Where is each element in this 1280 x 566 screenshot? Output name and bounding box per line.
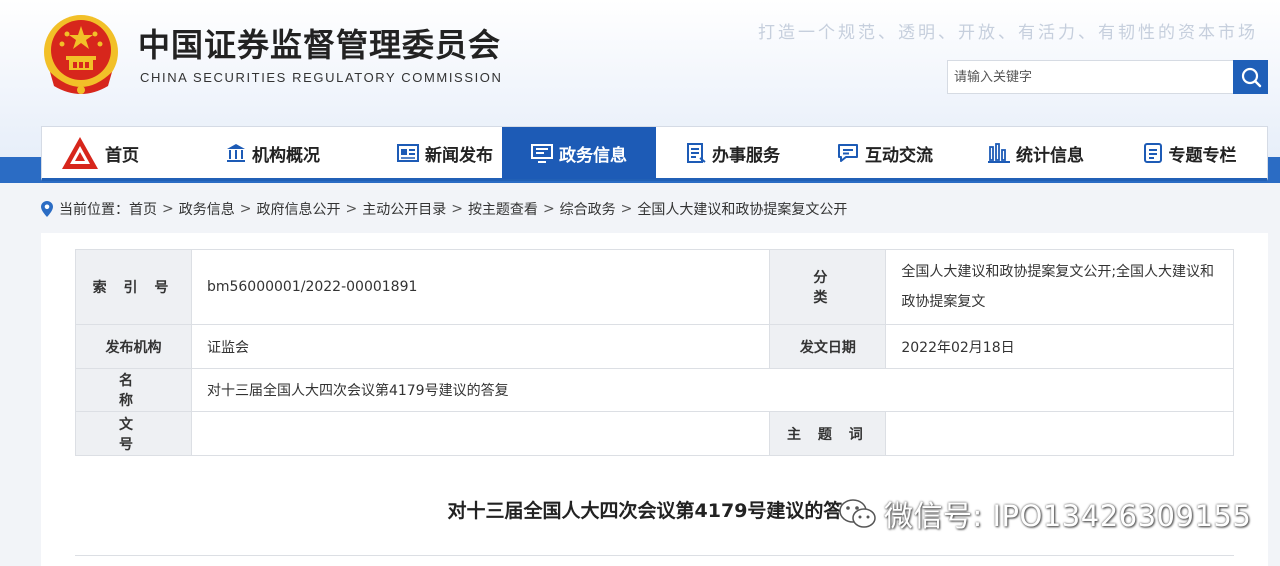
gov-info-icon bbox=[531, 144, 553, 163]
breadcrumb-by-topic[interactable]: 按主题查看 bbox=[468, 199, 538, 219]
nav-item-label: 互动交流 bbox=[865, 145, 933, 166]
keywords-value bbox=[885, 411, 1234, 456]
nav-item-topics[interactable]: 专题专栏 bbox=[1112, 127, 1267, 179]
site-slogan: 打造一个规范、透明、开放、有活力、有韧性的资本市场 bbox=[758, 23, 1258, 43]
nav-item-label: 专题专栏 bbox=[1168, 145, 1237, 166]
search-icon bbox=[1241, 67, 1261, 88]
index-label: 索 引 号 bbox=[75, 249, 192, 325]
nav-item-news[interactable]: 新闻发布 bbox=[388, 127, 502, 179]
nav-item-service[interactable]: 办事服务 bbox=[656, 127, 810, 179]
breadcrumb-prefix: 当前位置： bbox=[59, 202, 129, 218]
stats-icon bbox=[988, 143, 1010, 163]
breadcrumb-gov-disclosure[interactable]: 政府信息公开 bbox=[256, 199, 340, 219]
location-pin-icon bbox=[41, 201, 53, 217]
nav-item-home[interactable]: 首页 bbox=[42, 127, 158, 179]
docno-label: 文 号 bbox=[75, 411, 192, 456]
nav-item-label: 统计信息 bbox=[1016, 145, 1084, 166]
search-button[interactable] bbox=[1233, 60, 1268, 94]
publisher-value: 证监会 bbox=[190, 324, 771, 369]
index-value: bm56000001/2022-00001891 bbox=[190, 249, 771, 325]
category-label: 分 类 bbox=[769, 249, 887, 325]
publisher-label: 发布机构 bbox=[75, 324, 192, 369]
breadcrumb-general-affairs[interactable]: 综合政务 bbox=[560, 199, 616, 219]
name-label: 名 称 bbox=[75, 368, 192, 412]
service-icon bbox=[687, 143, 706, 163]
nav-item-institution[interactable]: 机构概况 bbox=[158, 127, 388, 179]
topic-icon bbox=[1143, 143, 1162, 163]
breadcrumb-current[interactable]: 全国人大建议和政协提案复文公开 bbox=[637, 199, 847, 219]
breadcrumb-gov-info[interactable]: 政务信息 bbox=[179, 199, 235, 219]
breadcrumb-active-catalog[interactable]: 主动公开目录 bbox=[362, 199, 446, 219]
breadcrumb-separator: > bbox=[620, 201, 633, 217]
nav-item-label: 首页 bbox=[105, 145, 139, 166]
csrc-logo-icon bbox=[62, 137, 98, 169]
nav-item-label: 办事服务 bbox=[712, 145, 780, 166]
document-meta-table: 索 引 号 bm56000001/2022-00001891 分 类 全国人大建… bbox=[75, 249, 1235, 456]
date-value: 2022年02月18日 bbox=[885, 324, 1234, 369]
site-title[interactable]: 中国证券监督管理委员会 bbox=[138, 20, 501, 66]
table-row: 索 引 号 bm56000001/2022-00001891 分 类 全国人大建… bbox=[75, 249, 1234, 325]
keywords-label: 主 题 词 bbox=[769, 411, 887, 456]
table-row: 发布机构 证监会 发文日期 2022年02月18日 bbox=[75, 324, 1234, 369]
nav-item-label: 政务信息 bbox=[559, 145, 627, 166]
main-nav: 首页 机构概况 新闻发布 政务信息 办事服务 互动交流 统计信息 专题专栏 bbox=[41, 126, 1268, 181]
wechat-watermark: 微信号: IPO13426309155 bbox=[838, 493, 1251, 535]
name-value: 对十三届全国人大四次会议第4179号建议的答复 bbox=[190, 368, 1235, 412]
table-row: 名 称 对十三届全国人大四次会议第4179号建议的答复 bbox=[75, 368, 1235, 412]
category-value: 全国人大建议和政协提案复文公开;全国人大建议和政协提案复文 bbox=[885, 249, 1234, 325]
date-label: 发文日期 bbox=[769, 324, 887, 369]
nav-item-stats[interactable]: 统计信息 bbox=[960, 127, 1112, 179]
nav-item-gov-info[interactable]: 政务信息 bbox=[502, 127, 656, 179]
breadcrumb-separator: > bbox=[542, 201, 555, 217]
breadcrumb-separator: > bbox=[345, 201, 358, 217]
news-icon bbox=[397, 144, 419, 162]
table-row: 文 号 主 题 词 bbox=[75, 411, 1234, 456]
chat-icon bbox=[838, 144, 858, 162]
nav-item-label: 机构概况 bbox=[252, 145, 320, 166]
wechat-icon bbox=[839, 499, 876, 528]
breadcrumb-separator: > bbox=[162, 201, 174, 217]
institution-icon bbox=[227, 144, 245, 162]
breadcrumb-separator: > bbox=[239, 201, 252, 217]
site-subtitle: CHINA SECURITIES REGULATORY COMMISSION bbox=[140, 70, 503, 85]
nav-item-label: 新闻发布 bbox=[425, 145, 493, 166]
breadcrumb-home[interactable]: 首页 bbox=[129, 199, 157, 219]
breadcrumb-separator: > bbox=[451, 201, 463, 217]
content-divider bbox=[75, 555, 1234, 556]
search-input[interactable] bbox=[948, 61, 1234, 93]
national-emblem-icon[interactable] bbox=[40, 12, 122, 96]
docno-value bbox=[190, 411, 771, 456]
search-box bbox=[947, 60, 1235, 94]
watermark-text: 微信号: IPO13426309155 bbox=[884, 499, 1252, 533]
breadcrumb: 当前位置： 首页 > 政务信息 > 政府信息公开 > 主动公开目录 > 按主题查… bbox=[41, 199, 847, 219]
nav-item-interaction[interactable]: 互动交流 bbox=[810, 127, 960, 179]
